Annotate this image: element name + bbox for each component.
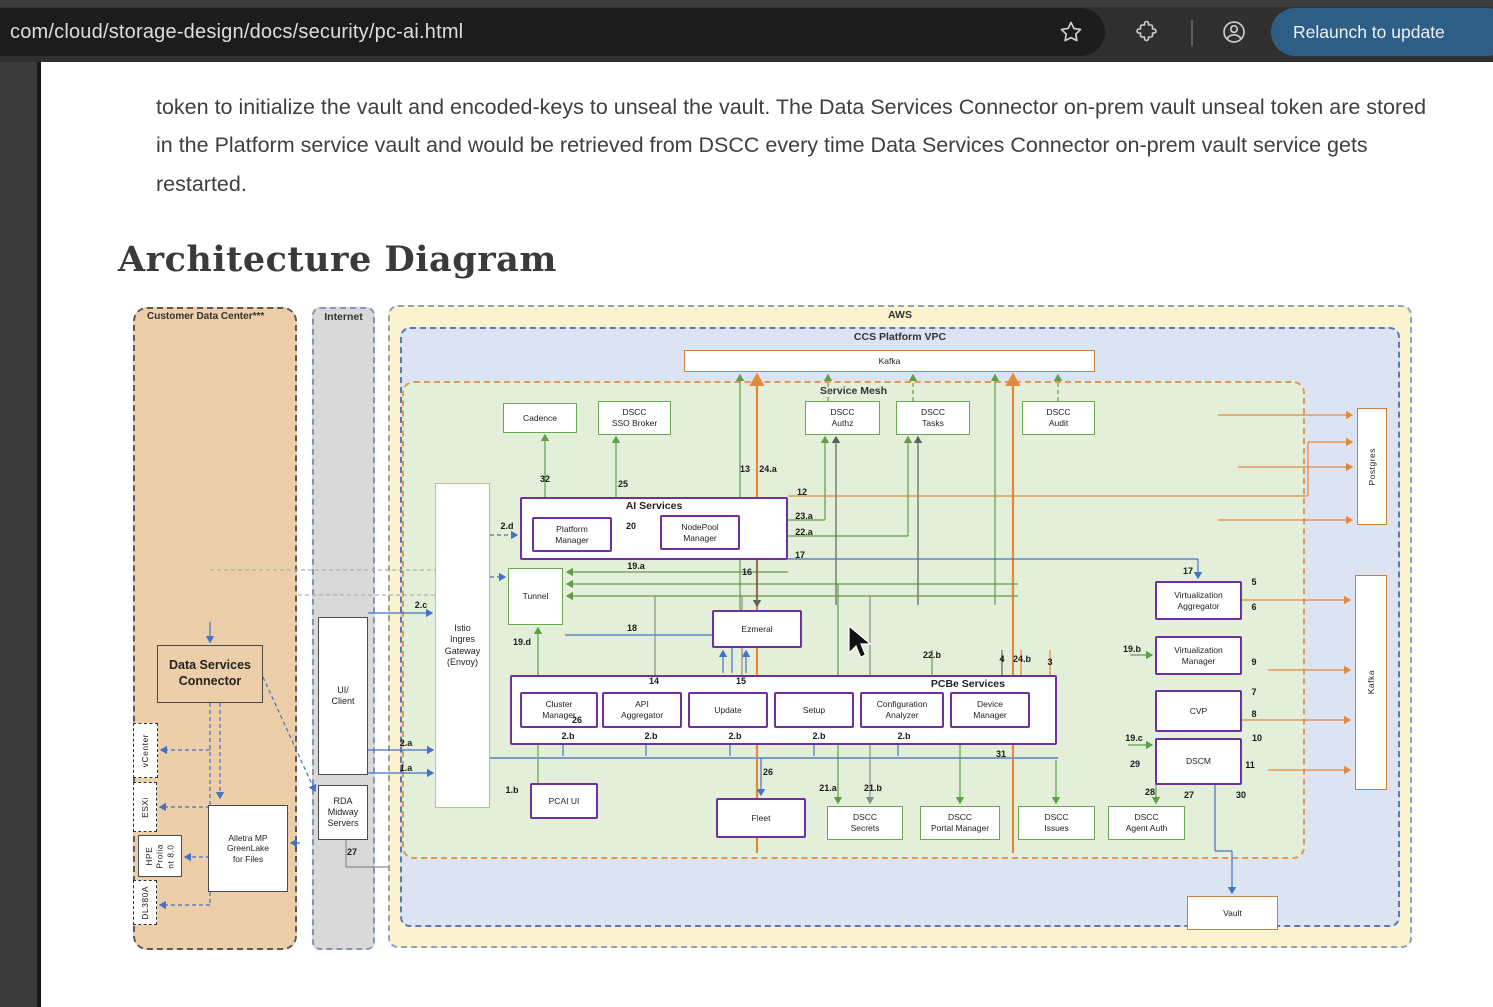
edge-number-label: 31 [996,749,1006,759]
edge-number-label: 11 [1245,760,1255,770]
edge-number-label: 4 [999,654,1004,664]
edge-number-label: 22.b [923,650,941,660]
edge-number-label: 2.b [812,731,825,741]
edge-number-label: 29 [1130,759,1140,769]
edge-number-label: 2.b [728,731,741,741]
window-edge-seam [37,62,41,1007]
edge-number-label: 2.b [644,731,657,741]
window-top-strip [0,0,1493,7]
edge-number-label: 14 [649,676,659,686]
edge-number-label: 32 [540,474,550,484]
edge-number-label: 21.b [864,783,882,793]
relaunch-button[interactable]: Relaunch to update [1271,8,1493,56]
doc-paragraph: token to initialize the vault and encode… [156,88,1428,204]
edge-number-label: 2.d [500,521,513,531]
bookmark-star-icon[interactable] [1059,20,1083,44]
edge-number-label: 24.b [1013,654,1031,664]
edge-number-label: 17 [795,550,805,560]
edge-number-label: 27 [347,847,357,857]
edge-number-label: 2.b [897,731,910,741]
edge-number-label: 7 [1251,687,1256,697]
edge-number-label: 19.c [1125,733,1143,743]
url-bar[interactable]: com/cloud/storage-design/docs/security/p… [0,8,1105,56]
edge-number-label: 19.d [513,637,531,647]
edge-number-label: 1.b [505,785,518,795]
architecture-diagram: Customer Data Center***InternetAWSCCS Pl… [118,295,1415,957]
edge-number-label: 25 [618,479,628,489]
toolbar-separator [1191,20,1193,46]
window-side-strip [0,62,37,1007]
edge-number-label: 16 [742,567,752,577]
edge-number-label: 30 [1236,790,1246,800]
edge-number-label: 1.a [400,763,413,773]
edge-number-label: 26 [763,767,773,777]
edge-number-label: 2.c [415,600,428,610]
edge-number-label: 17 [1183,566,1193,576]
extensions-icon[interactable] [1135,19,1159,43]
edge-number-label: 2.b [561,731,574,741]
mouse-cursor [848,625,874,659]
browser-toolbar: com/cloud/storage-design/docs/security/p… [0,0,1493,62]
edge-number-label: 12 [797,487,807,497]
edge-number-label: 28 [1145,787,1155,797]
edge-number-label: 10 [1252,733,1262,743]
edge-number-label: 26 [572,715,582,725]
page-title: Architecture Diagram [118,239,557,280]
edge-number-label: 5 [1251,577,1256,587]
edge-number-label: 15 [736,676,746,686]
edge-number-label: 27 [1184,790,1194,800]
edge-number-label: 8 [1251,709,1256,719]
edge-number-label: 6 [1251,602,1256,612]
diagram-number-labels: 32 25 13 24.a 12 23.a 22.a 17 20 2.d 19.a 16 18 19.d 2… [118,295,1415,957]
edge-number-label: 3 [1047,657,1052,667]
edge-number-label: 9 [1251,657,1256,667]
edge-number-label: 20 [626,521,636,531]
edge-number-label: 13 [740,464,750,474]
edge-number-label: 23.a [795,511,813,521]
edge-number-label: 18 [627,623,637,633]
profile-icon[interactable] [1221,19,1247,45]
edge-number-label: 19.b [1123,644,1141,654]
edge-number-label: 2.a [400,738,413,748]
url-text[interactable]: com/cloud/storage-design/docs/security/p… [10,21,463,44]
edge-number-label: 19.a [627,561,645,571]
edge-number-label: 22.a [795,527,813,537]
edge-number-label: 24.a [759,464,777,474]
edge-number-label: 21.a [819,783,837,793]
